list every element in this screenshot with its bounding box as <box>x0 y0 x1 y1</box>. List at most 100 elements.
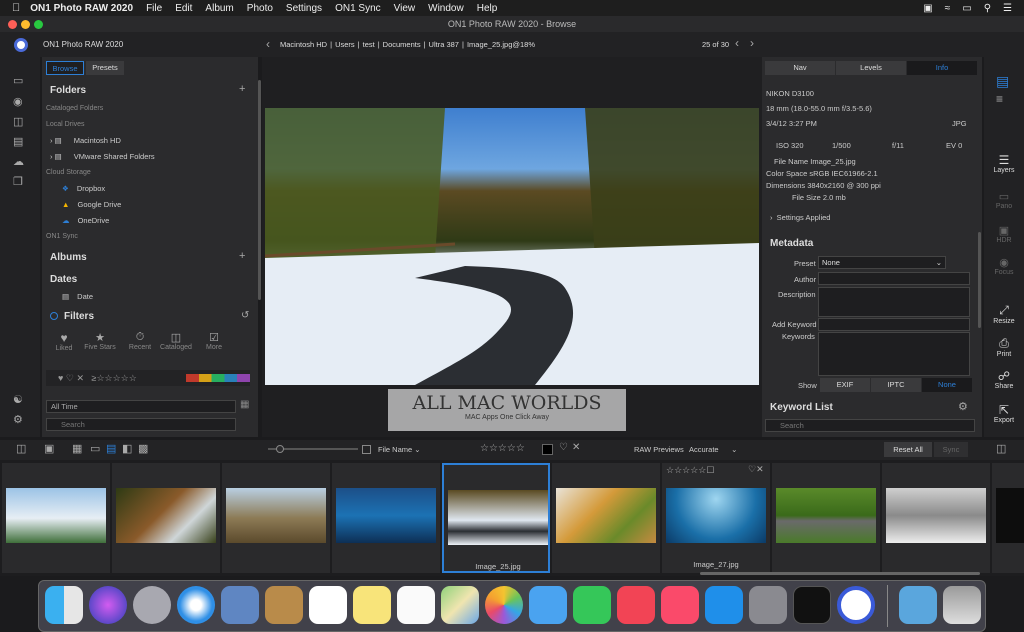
sync-button[interactable]: Sync <box>934 442 968 457</box>
cloud-item-google-drive[interactable]: ▲ Google Drive <box>62 200 121 209</box>
show-none-button[interactable]: None <box>922 378 972 392</box>
thumb-rating-stars[interactable]: ☆☆☆☆☆☐ <box>666 465 714 476</box>
cloud-item-onedrive[interactable]: ☁ OneDrive <box>62 216 109 225</box>
messages-icon[interactable] <box>529 586 567 624</box>
color-label-swatch[interactable] <box>542 444 553 455</box>
facetime-icon[interactable] <box>573 586 611 624</box>
filmstrip-thumb[interactable] <box>552 463 660 573</box>
filmstrip-thumb[interactable] <box>2 463 110 573</box>
filmstrip-thumb[interactable]: ☆☆☆☆☆☐ ♡✕ Image_27.jpg <box>662 463 770 573</box>
sliders-icon[interactable]: ≡ <box>996 92 1003 106</box>
next-image-icon[interactable]: › <box>750 36 754 50</box>
add-folder-icon[interactable]: + <box>239 83 245 95</box>
reject-icon[interactable]: ✕ <box>76 373 84 383</box>
rating-stars[interactable]: ☆☆☆☆☆ <box>480 443 525 454</box>
siri-icon[interactable] <box>89 586 127 624</box>
music-icon[interactable] <box>661 586 699 624</box>
filter-button-liked[interactable]: ♥ Liked <box>54 331 74 352</box>
tab-presets[interactable]: Presets <box>86 61 124 75</box>
breadcrumb-item[interactable]: Documents <box>383 40 421 49</box>
description-field[interactable] <box>818 287 970 317</box>
resize-button[interactable]: ⤢ Resize <box>984 303 1024 325</box>
safari-icon[interactable] <box>177 586 215 624</box>
filter-button-five-stars[interactable]: ★ Five Stars <box>82 331 118 351</box>
minimize-window-button[interactable] <box>21 20 30 29</box>
filmstrip-thumb[interactable] <box>882 463 990 573</box>
apple-icon[interactable]:  <box>12 2 20 14</box>
close-window-button[interactable] <box>8 20 17 29</box>
screen-icon[interactable]: ▣ <box>923 3 932 14</box>
develop-icon[interactable]: ▤ <box>996 73 1009 90</box>
list-icon[interactable]: ☰ <box>1003 3 1012 14</box>
monitor-icon[interactable]: ▭ <box>13 74 23 87</box>
sort-select[interactable]: File Name ⌄ <box>378 445 421 454</box>
show-exif-button[interactable]: EXIF <box>820 378 870 392</box>
cloud-icon[interactable]: ☁ <box>13 155 24 168</box>
show-iptc-button[interactable]: IPTC <box>871 378 921 392</box>
menu-view[interactable]: View <box>394 3 416 14</box>
tab-levels[interactable]: Levels <box>836 61 906 75</box>
settings-icon[interactable]: ⚙ <box>13 413 23 426</box>
filmstrip-thumb-partial[interactable] <box>992 463 1024 573</box>
zoom-window-button[interactable] <box>34 20 43 29</box>
calendar-icon[interactable]: ▦ <box>240 399 249 410</box>
thumb-heart-icon[interactable]: ♡✕ <box>748 464 764 475</box>
camera-icon[interactable]: ◉ <box>13 95 23 108</box>
rating-filter-icon[interactable]: ≥☆☆☆☆☆ <box>92 373 137 383</box>
drive-item-vmware[interactable]: › ▤ VMware Shared Folders <box>50 152 155 161</box>
preview-image[interactable] <box>265 108 759 385</box>
mail-icon[interactable] <box>221 586 259 624</box>
downloads-folder-icon[interactable] <box>899 586 937 624</box>
menu-photo[interactable]: Photo <box>247 3 273 14</box>
wifi-icon[interactable]: ≈ <box>945 3 951 14</box>
cloud-item-dropbox[interactable]: ❖ Dropbox <box>62 184 105 193</box>
compare-split-icon[interactable]: ◧ <box>122 442 132 455</box>
menu-help[interactable]: Help <box>477 3 498 14</box>
app-menu[interactable]: ON1 Photo RAW 2020 <box>30 3 133 14</box>
photos-icon[interactable] <box>485 586 523 624</box>
drive-icon[interactable]: ▤ <box>13 135 23 148</box>
export-button[interactable]: ⇱ Export <box>984 403 1024 424</box>
notes-icon[interactable] <box>353 586 391 624</box>
dates-title[interactable]: Dates <box>50 274 77 285</box>
thumbnail-size-slider[interactable] <box>268 445 358 453</box>
filter-button-cataloged[interactable]: ◫ Cataloged <box>158 331 194 351</box>
system-preferences-icon[interactable] <box>749 586 787 624</box>
hdr-button[interactable]: ▣ HDR <box>984 224 1024 244</box>
gear-icon[interactable]: ⚙ <box>958 400 968 413</box>
reject-x-icon[interactable]: ✕ <box>572 442 580 453</box>
news-icon[interactable] <box>617 586 655 624</box>
calendar-app-icon[interactable] <box>309 586 347 624</box>
date-item[interactable]: ▤ Date <box>62 292 93 301</box>
left-panel-scrollbar[interactable] <box>258 80 261 300</box>
trash-icon[interactable] <box>943 586 981 624</box>
tab-nav[interactable]: Nav <box>765 61 835 75</box>
author-field[interactable] <box>818 272 970 285</box>
share-button[interactable]: ☍ Share <box>984 369 1024 390</box>
pano-button[interactable]: ▭ Pano <box>984 190 1024 210</box>
map-view-icon[interactable]: ▩ <box>138 442 148 455</box>
heart-outline-icon[interactable]: ♡ <box>66 373 74 383</box>
add-album-icon[interactable]: + <box>239 250 245 262</box>
filters-toggle-icon[interactable] <box>50 312 58 320</box>
folder-icon[interactable]: ◫ <box>13 115 23 128</box>
filmstrip-thumb[interactable] <box>112 463 220 573</box>
app-store-icon[interactable] <box>705 586 743 624</box>
contacts-icon[interactable] <box>265 586 303 624</box>
color-label-filter[interactable] <box>186 374 250 382</box>
time-select[interactable]: All Time <box>46 400 236 413</box>
menu-on1-sync[interactable]: ON1 Sync <box>335 3 381 14</box>
reset-filters-icon[interactable]: ↺ <box>241 310 249 321</box>
keywords-field[interactable] <box>818 332 970 376</box>
print-button[interactable]: ⎙ Print <box>984 336 1024 358</box>
back-arrow-icon[interactable]: ‹ <box>266 37 270 51</box>
slider-handle[interactable] <box>276 445 284 453</box>
breadcrumb-item[interactable]: Ultra 387 <box>429 40 459 49</box>
filmstrip-thumb-selected[interactable]: Image_25.jpg <box>442 463 550 573</box>
terminal-icon[interactable] <box>793 586 831 624</box>
detail-view-icon[interactable]: ▭ <box>90 442 100 455</box>
on1-app-icon[interactable] <box>837 586 875 624</box>
preset-select[interactable]: None ⌄ <box>818 256 946 269</box>
raw-previews-select[interactable]: Accurate ⌄ <box>689 445 737 454</box>
menu-window[interactable]: Window <box>428 3 464 14</box>
